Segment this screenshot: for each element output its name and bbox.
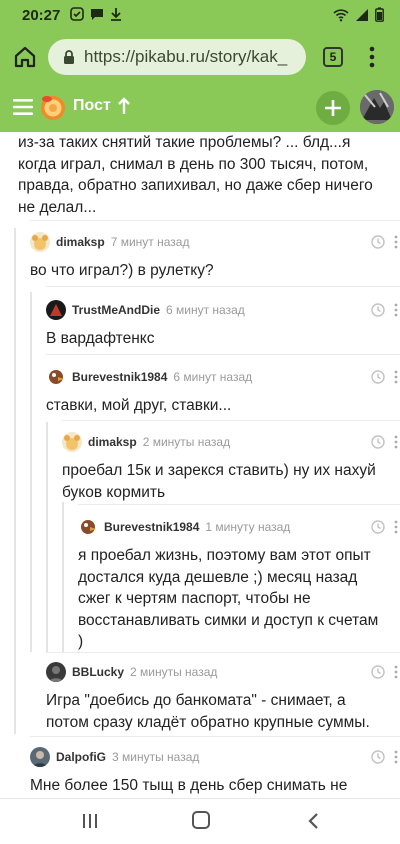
system-nav-bar <box>0 798 400 844</box>
comment-author[interactable]: dimaksp <box>56 235 105 249</box>
thread-line <box>30 292 32 652</box>
wifi-icon <box>333 8 349 21</box>
comment: DalpofiG 3 минуты назад Мне более 150 ты… <box>30 747 398 798</box>
comment-menu-icon[interactable] <box>394 750 398 764</box>
download-icon <box>111 8 121 21</box>
signal-icon <box>356 8 368 21</box>
divider <box>62 420 400 421</box>
back-icon[interactable] <box>306 812 320 830</box>
comment-time: 7 минут назад <box>110 235 190 249</box>
comment-time: 6 минут назад <box>173 370 253 384</box>
comment-time: 2 минуты назад <box>142 435 231 449</box>
app-header: Пост <box>0 82 400 132</box>
address-bar[interactable]: https://pikabu.ru/story/kak_ <box>48 39 306 75</box>
comment-text: я проебал жизнь, поэтому вам этот опыт д… <box>78 547 379 650</box>
divider <box>46 286 400 287</box>
home-icon[interactable] <box>10 42 40 72</box>
avatar[interactable] <box>46 367 66 387</box>
avatar[interactable] <box>46 300 66 320</box>
thread-line <box>46 422 48 652</box>
comment-menu-icon[interactable] <box>394 665 398 679</box>
user-avatar[interactable] <box>360 90 394 124</box>
divider <box>30 736 400 737</box>
comment-menu-icon[interactable] <box>394 520 398 534</box>
avatar-photo-icon <box>30 747 50 767</box>
app-notification-icon <box>70 7 84 21</box>
clock-icon[interactable] <box>371 750 385 764</box>
comment: Burevestnik1984 6 минут назад ставки, мо… <box>46 367 398 417</box>
thread-line <box>62 502 64 652</box>
divider <box>78 504 400 505</box>
comment: dimaksp 2 минуты назад проебал 15к и зар… <box>62 432 398 503</box>
comments-area: из-за таких снятий такие проблемы? ... б… <box>0 132 400 798</box>
status-bar: 20:27 <box>0 0 400 32</box>
recent-apps-icon[interactable] <box>82 813 98 829</box>
hamburger-menu-icon[interactable] <box>13 98 33 116</box>
comment-author[interactable]: dimaksp <box>88 435 137 449</box>
divider <box>30 220 400 221</box>
avatar[interactable] <box>46 662 66 682</box>
comment: BBLucky 2 минуты назад Игра "доебись до … <box>46 662 398 733</box>
avatar-bird-icon <box>78 517 98 537</box>
avatar-dark-icon <box>46 300 66 320</box>
tab-switcher-button[interactable]: 5 <box>323 47 343 67</box>
comment-menu-icon[interactable] <box>394 370 398 384</box>
avatar-dog-icon <box>30 232 50 252</box>
comment: Burevestnik1984 1 минуту назад я проебал… <box>78 517 398 653</box>
avatar-image-icon <box>360 90 394 124</box>
comment-menu-icon[interactable] <box>394 235 398 249</box>
avatar-dog-icon <box>62 432 82 452</box>
clock-icon[interactable] <box>371 235 385 249</box>
avatar[interactable] <box>78 517 98 537</box>
message-icon <box>91 9 103 20</box>
comment-menu-icon[interactable] <box>394 435 398 449</box>
url-text: https://pikabu.ru/story/kak_ <box>84 47 288 66</box>
comment: TrustMeAndDie 6 минут назад В вардафтенк… <box>46 300 398 350</box>
comment-time: 1 минуту назад <box>205 520 291 534</box>
comment-menu-icon[interactable] <box>394 303 398 317</box>
lock-icon <box>64 50 74 64</box>
clock-icon[interactable] <box>371 370 385 384</box>
divider <box>46 354 400 355</box>
avatar-photo-icon <box>46 662 66 682</box>
comment-time: 3 минуты назад <box>112 750 200 764</box>
plus-icon <box>325 100 341 116</box>
comment-time: 6 минут назад <box>166 303 245 317</box>
home-nav-button[interactable] <box>192 811 210 829</box>
avatar-bird-icon <box>46 367 66 387</box>
avatar[interactable] <box>62 432 82 452</box>
comment-text: во что играл?) в рулетку? <box>30 262 214 279</box>
battery-icon <box>375 7 384 22</box>
add-post-button[interactable] <box>316 91 350 125</box>
comment-author[interactable]: TrustMeAndDie <box>72 303 160 317</box>
comment-text: В вардафтенкс <box>46 330 155 347</box>
comment-author[interactable]: DalpofiG <box>56 750 106 764</box>
scroll-up-arrow-icon[interactable] <box>117 97 131 115</box>
browser-toolbar: https://pikabu.ru/story/kak_ 5 <box>0 32 400 82</box>
comment-text: Мне более 150 тыщ в день сбер снимать не… <box>30 777 348 794</box>
thread-line <box>14 228 16 734</box>
comment-author[interactable]: BBLucky <box>72 665 124 679</box>
clock-icon[interactable] <box>371 665 385 679</box>
comment-author[interactable]: Burevestnik1984 <box>104 520 199 534</box>
comment-text: проебал 15к и зарекся ставить) ну их нах… <box>62 462 376 501</box>
clock-icon[interactable] <box>371 303 385 317</box>
avatar[interactable] <box>30 747 50 767</box>
status-notification-icons <box>70 7 122 21</box>
page-title: Пост <box>73 97 111 114</box>
comment-author[interactable]: Burevestnik1984 <box>72 370 167 384</box>
pikabu-logo-icon[interactable] <box>39 93 67 121</box>
status-system-icons <box>333 7 384 22</box>
status-time: 20:27 <box>22 7 61 24</box>
avatar[interactable] <box>30 232 50 252</box>
comment-time: 2 минуты назад <box>130 665 218 679</box>
clock-icon[interactable] <box>371 435 385 449</box>
clock-icon[interactable] <box>371 520 385 534</box>
comment: dimaksp 7 минут назад во что играл?) в р… <box>30 232 398 282</box>
comment-text: ставки, мой друг, ставки... <box>46 397 232 414</box>
more-menu-icon[interactable] <box>366 45 378 69</box>
parent-comment-text: из-за таких снятий такие проблемы? ... б… <box>18 134 373 216</box>
comment-text: Игра "доебись до банкомата" - снимает, а… <box>46 692 370 731</box>
